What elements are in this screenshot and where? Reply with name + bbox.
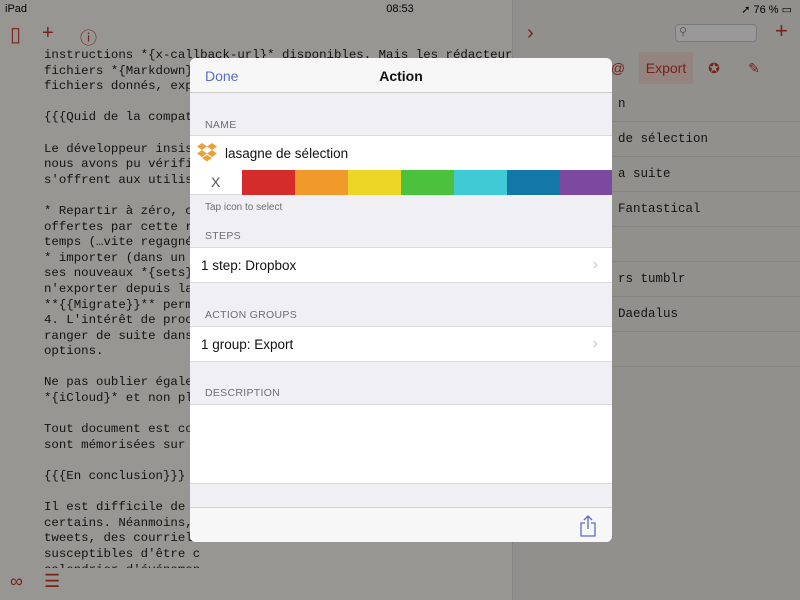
battery-level: 76 % bbox=[753, 4, 779, 16]
steps-label: 1 step: Dropbox bbox=[201, 258, 297, 273]
share-icon[interactable] bbox=[578, 515, 598, 537]
name-field-row: lasagne de sélection bbox=[190, 135, 612, 171]
color-swatch-cyan[interactable] bbox=[454, 170, 507, 195]
status-bar: iPad 08:53 ➚ 76 % ▭ bbox=[0, 0, 800, 18]
chevron-right-icon: › bbox=[592, 335, 598, 352]
name-field[interactable]: lasagne de sélection bbox=[225, 146, 348, 161]
color-swatch-purple[interactable] bbox=[560, 170, 612, 195]
name-section-header: NAME bbox=[205, 119, 237, 131]
color-picker: X bbox=[190, 170, 612, 195]
action-dialog: Done Action NAME lasagne de sélection X … bbox=[190, 58, 612, 542]
action-groups-section-header: ACTION GROUPS bbox=[205, 309, 297, 321]
steps-section-header: STEPS bbox=[205, 230, 241, 242]
color-swatch-blue[interactable] bbox=[507, 170, 560, 195]
color-swatch-red[interactable] bbox=[242, 170, 295, 195]
chevron-right-icon: › bbox=[592, 256, 598, 273]
color-swatch-yellow[interactable] bbox=[348, 170, 401, 195]
steps-row[interactable]: 1 step: Dropbox › bbox=[190, 247, 612, 283]
battery-indicator: ➚ 76 % ▭ bbox=[741, 4, 792, 16]
action-groups-row[interactable]: 1 group: Export › bbox=[190, 326, 612, 362]
action-groups-label: 1 group: Export bbox=[201, 337, 294, 352]
color-swatch-orange[interactable] bbox=[295, 170, 348, 195]
dialog-header: Done Action bbox=[190, 58, 612, 93]
dropbox-icon[interactable] bbox=[196, 142, 218, 164]
description-section-header: DESCRIPTION bbox=[205, 387, 281, 399]
clock: 08:53 bbox=[386, 3, 414, 15]
color-hint: Tap icon to select bbox=[205, 202, 283, 213]
dialog-title: Action bbox=[379, 68, 423, 84]
color-swatch-green[interactable] bbox=[401, 170, 454, 195]
clear-color-button[interactable]: X bbox=[211, 174, 220, 190]
description-field[interactable] bbox=[190, 404, 612, 484]
dialog-footer bbox=[190, 507, 612, 542]
